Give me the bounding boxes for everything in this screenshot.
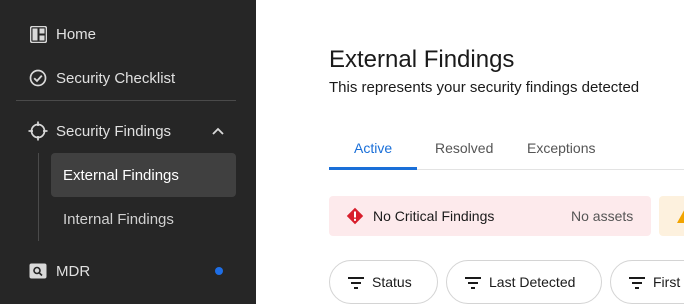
dashboard-icon xyxy=(28,24,48,44)
tab-active[interactable]: Active xyxy=(354,126,392,170)
crosshair-icon xyxy=(28,121,48,141)
sidebar-item-security-findings[interactable]: Security Findings xyxy=(16,109,236,153)
sidebar-item-label: MDR xyxy=(56,262,91,280)
critical-diamond-icon xyxy=(346,207,364,225)
filter-icon xyxy=(465,276,481,289)
sidebar-item-label: Home xyxy=(56,25,97,43)
alert-assets: No assets xyxy=(571,208,634,224)
critical-findings-card[interactable]: No Critical Findings No assets xyxy=(329,196,651,236)
tabs: Active Resolved Exceptions xyxy=(329,126,684,170)
filter-icon xyxy=(348,276,364,289)
chevron-up-icon[interactable] xyxy=(210,124,226,138)
filter-first-detected-button[interactable]: First xyxy=(610,260,684,304)
sidebar-subitem-external-findings[interactable]: External Findings xyxy=(51,153,236,197)
tab-exceptions[interactable]: Exceptions xyxy=(527,126,595,170)
warning-findings-card[interactable] xyxy=(659,196,684,236)
sidebar-subitem-label: Internal Findings xyxy=(63,210,174,228)
sidebar-item-home[interactable]: Home xyxy=(16,12,236,56)
filter-status-button[interactable]: Status xyxy=(329,260,438,304)
main-content: External Findings This represents your s… xyxy=(256,0,684,304)
sidebar-subitem-internal-findings[interactable]: Internal Findings xyxy=(51,197,236,241)
sidebar-item-mdr[interactable]: MDR xyxy=(16,249,236,293)
filter-label: Status xyxy=(372,274,412,290)
active-tab-indicator xyxy=(329,167,417,170)
sidebar-divider xyxy=(16,100,236,101)
filter-last-detected-button[interactable]: Last Detected xyxy=(446,260,602,304)
filter-icon xyxy=(629,276,645,289)
check-circle-icon xyxy=(28,68,48,88)
filter-label: Last Detected xyxy=(489,274,576,290)
filter-label: First xyxy=(653,274,681,290)
sidebar-item-label: Security Findings xyxy=(56,122,172,140)
warning-triangle-icon xyxy=(676,207,684,225)
sidebar-subitem-label: External Findings xyxy=(63,166,179,184)
search-box-icon xyxy=(28,261,48,281)
sidebar-item-security-checklist[interactable]: Security Checklist xyxy=(16,56,236,100)
page-subtitle: This represents your security findings d… xyxy=(329,79,640,96)
notification-dot xyxy=(215,267,223,275)
page-title: External Findings xyxy=(329,46,515,73)
tab-resolved[interactable]: Resolved xyxy=(435,126,493,170)
alert-title: No Critical Findings xyxy=(373,208,495,224)
sidebar-item-label: Security Checklist xyxy=(56,69,176,87)
submenu-line xyxy=(38,153,39,241)
sidebar: Home Security Checklist Security Finding… xyxy=(0,0,256,304)
